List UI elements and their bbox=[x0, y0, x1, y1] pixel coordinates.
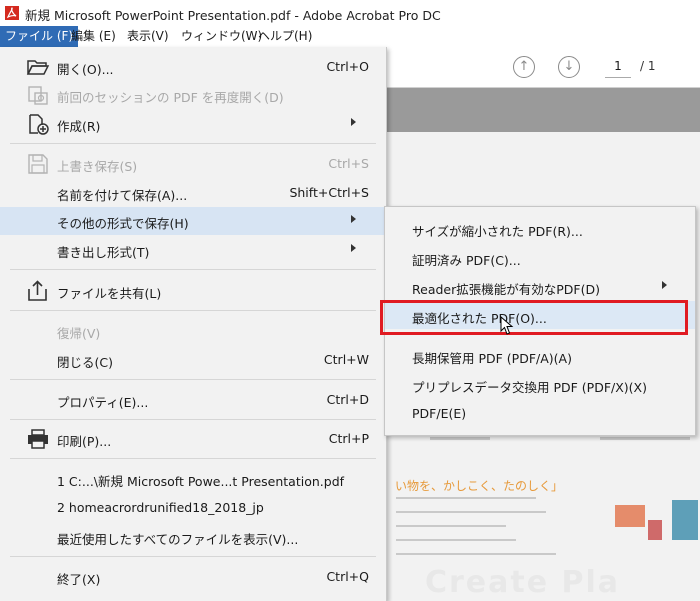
submenu-arrow-icon bbox=[351, 244, 356, 252]
menu-item-recent-file-1[interactable]: 1 C:...\新規 Microsoft Powe...t Presentati… bbox=[0, 465, 386, 493]
menu-item-recent-file-2[interactable]: 2 homeacrordrunified18_2018_jp bbox=[0, 494, 386, 522]
create-pdf-icon bbox=[29, 114, 49, 135]
menu-item-shortcut: Ctrl+D bbox=[326, 392, 369, 407]
menu-item-label: 開く(O)... bbox=[57, 62, 114, 77]
menu-separator bbox=[10, 458, 376, 459]
menu-item-label: 前回のセッションの PDF を再度開く(D) bbox=[57, 90, 284, 105]
menu-separator bbox=[10, 556, 376, 557]
menu-item-share-file[interactable]: ファイルを共有(L) bbox=[0, 277, 386, 305]
menu-item-label: 1 C:...\新規 Microsoft Powe...t Presentati… bbox=[57, 474, 345, 489]
preview-line bbox=[396, 539, 516, 541]
preview-graphic bbox=[672, 500, 698, 540]
preview-line bbox=[396, 511, 546, 513]
preview-tagline: い物を、かしこく、たのしく」 bbox=[395, 479, 564, 493]
preview-line bbox=[396, 553, 556, 555]
arrow-up-circle-icon[interactable]: ↑ bbox=[513, 56, 535, 78]
page-number-input[interactable]: 1 bbox=[605, 55, 631, 78]
submenu-item-label: プリプレスデータ交換用 PDF (PDF/X)(X) bbox=[412, 380, 647, 395]
menu-item-save-as-other[interactable]: その他の形式で保存(H) bbox=[0, 207, 386, 235]
submenu-item-certified-pdf[interactable]: 証明済み PDF(C)... bbox=[385, 243, 695, 271]
menu-help[interactable]: ヘルプ(H) bbox=[253, 26, 317, 47]
menu-item-label: ファイルを共有(L) bbox=[57, 286, 162, 301]
mouse-cursor-icon bbox=[500, 316, 514, 335]
submenu-item-reduced-size-pdf[interactable]: サイズが縮小された PDF(R)... bbox=[385, 214, 695, 242]
acrobat-app-icon bbox=[5, 6, 19, 20]
reopen-icon bbox=[28, 86, 48, 105]
preview-line bbox=[396, 497, 536, 499]
menu-item-label: 印刷(P)... bbox=[57, 434, 112, 449]
menu-item-shortcut: Ctrl+O bbox=[326, 59, 369, 74]
menu-item-label: 閉じる(C) bbox=[57, 355, 113, 370]
menu-item-show-all-recent[interactable]: 最近使用したすべてのファイルを表示(V)... bbox=[0, 523, 386, 551]
preview-line bbox=[396, 525, 506, 527]
preview-line bbox=[600, 437, 690, 440]
submenu-arrow-icon bbox=[662, 281, 667, 289]
title-bar: 新規 Microsoft PowerPoint Presentation.pdf… bbox=[0, 0, 700, 26]
submenu-item-label: 証明済み PDF(C)... bbox=[412, 253, 521, 268]
page-total: / 1 bbox=[640, 59, 656, 73]
submenu-item-label: 長期保管用 PDF (PDF/A)(A) bbox=[412, 351, 572, 366]
submenu-arrow-icon bbox=[351, 215, 356, 223]
submenu-item-pdf-e[interactable]: PDF/E(E) bbox=[385, 399, 695, 427]
menu-item-label: 復帰(V) bbox=[57, 326, 101, 341]
menu-item-revert: 復帰(V) bbox=[0, 317, 386, 345]
menu-item-shortcut: Ctrl+P bbox=[328, 431, 369, 446]
menu-item-label: 名前を付けて保存(A)... bbox=[57, 188, 188, 203]
menu-view[interactable]: 表示(V) bbox=[122, 26, 174, 47]
menu-item-create[interactable]: 作成(R) bbox=[0, 110, 386, 138]
menu-bar: ファイル (F) 編集 (E) 表示(V) ウィンドウ(W) ヘルプ(H) bbox=[0, 26, 700, 48]
menu-item-label: 上書き保存(S) bbox=[57, 159, 138, 174]
menu-item-shortcut: Shift+Ctrl+S bbox=[289, 185, 369, 200]
file-menu: 開く(O)... Ctrl+O 前回のセッションの PDF を再度開く(D) 作… bbox=[0, 47, 387, 601]
menu-separator bbox=[10, 379, 376, 380]
highlight-box bbox=[380, 300, 688, 335]
menu-item-label: 作成(R) bbox=[57, 119, 101, 134]
menu-item-label: プロパティ(E)... bbox=[57, 395, 149, 410]
menu-item-shortcut: Ctrl+Q bbox=[326, 569, 369, 584]
menu-item-reopen-session: 前回のセッションの PDF を再度開く(D) bbox=[0, 81, 386, 109]
menu-item-label: 最近使用したすべてのファイルを表示(V)... bbox=[57, 532, 299, 547]
page-gap bbox=[380, 88, 700, 132]
menu-edit[interactable]: 編集 (E) bbox=[66, 26, 121, 47]
menu-item-save: 上書き保存(S) Ctrl+S bbox=[0, 150, 386, 178]
window-title: 新規 Microsoft PowerPoint Presentation.pdf… bbox=[25, 8, 441, 23]
menu-separator bbox=[10, 269, 376, 270]
menu-item-exit[interactable]: 終了(X) Ctrl+Q bbox=[0, 563, 386, 591]
menu-item-label: 2 homeacrordrunified18_2018_jp bbox=[57, 500, 264, 515]
share-icon bbox=[28, 280, 47, 301]
menu-item-label: その他の形式で保存(H) bbox=[57, 216, 189, 231]
preview-watermark: Create Pla bbox=[425, 565, 621, 600]
menu-item-open[interactable]: 開く(O)... Ctrl+O bbox=[0, 53, 386, 81]
menu-separator bbox=[10, 143, 376, 144]
submenu-item-label: PDF/E(E) bbox=[412, 406, 467, 421]
preview-graphic bbox=[615, 505, 645, 527]
menu-item-save-as[interactable]: 名前を付けて保存(A)... Shift+Ctrl+S bbox=[0, 179, 386, 207]
submenu-item-pdf-a[interactable]: 長期保管用 PDF (PDF/A)(A) bbox=[385, 341, 695, 369]
menu-item-label: 終了(X) bbox=[57, 572, 101, 587]
folder-open-icon bbox=[26, 60, 50, 75]
menu-item-shortcut: Ctrl+S bbox=[328, 156, 369, 171]
submenu-item-reader-extended-pdf[interactable]: Reader拡張機能が有効なPDF(D) bbox=[385, 272, 695, 300]
save-icon bbox=[28, 154, 48, 174]
menu-item-label: 書き出し形式(T) bbox=[57, 245, 150, 260]
printer-icon bbox=[28, 429, 48, 449]
submenu-arrow-icon bbox=[351, 118, 356, 126]
menu-separator bbox=[10, 310, 376, 311]
arrow-down-circle-icon[interactable]: ↓ bbox=[558, 56, 580, 78]
preview-graphic bbox=[648, 520, 662, 540]
menu-item-properties[interactable]: プロパティ(E)... Ctrl+D bbox=[0, 386, 386, 414]
submenu-item-label: Reader拡張機能が有効なPDF(D) bbox=[412, 282, 600, 297]
menu-item-shortcut: Ctrl+W bbox=[323, 352, 369, 367]
menu-item-print[interactable]: 印刷(P)... Ctrl+P bbox=[0, 425, 386, 453]
menu-item-close[interactable]: 閉じる(C) Ctrl+W bbox=[0, 346, 386, 374]
menu-separator bbox=[10, 419, 376, 420]
submenu-item-pdf-x[interactable]: プリプレスデータ交換用 PDF (PDF/X)(X) bbox=[385, 370, 695, 398]
preview-line bbox=[430, 437, 490, 440]
submenu-item-label: サイズが縮小された PDF(R)... bbox=[412, 224, 583, 239]
menu-item-export-to[interactable]: 書き出し形式(T) bbox=[0, 236, 386, 264]
